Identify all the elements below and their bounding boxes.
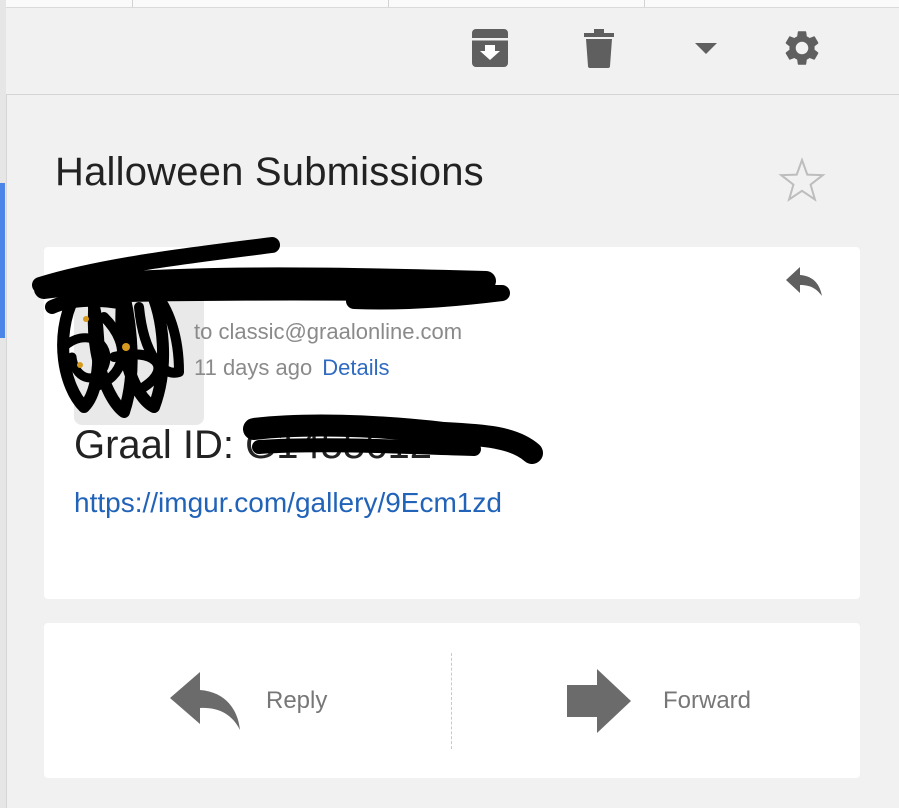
reply-button[interactable]: Reply <box>44 623 451 778</box>
email-message-card: to classic@graalonline.com 11 days ago De… <box>32 237 860 599</box>
reply-label: Reply <box>266 686 328 714</box>
details-link[interactable]: Details <box>322 355 389 380</box>
star-outline-icon <box>778 157 826 202</box>
reply-forward-panel: Reply Forward <box>44 623 860 778</box>
tab-divider <box>388 0 389 7</box>
tab-divider <box>132 0 133 7</box>
left-selection-accent <box>0 183 5 338</box>
forward-label: Forward <box>663 686 752 714</box>
toolbar <box>6 8 899 95</box>
recipient-line: to classic@graalonline.com <box>194 319 463 344</box>
message-time: 11 days ago <box>194 355 313 380</box>
imgur-gallery-link[interactable]: https://imgur.com/gallery/9Ecm1zd <box>74 487 502 519</box>
settings-button[interactable] <box>780 26 824 70</box>
tab-divider <box>644 0 645 7</box>
trash-icon <box>584 29 614 68</box>
reply-arrow-icon <box>170 671 240 730</box>
top-tab-strip <box>6 0 899 8</box>
reply-icon <box>786 267 822 296</box>
star-button[interactable] <box>778 157 826 203</box>
graal-id-value: G1455612 <box>245 423 432 467</box>
delete-button[interactable] <box>579 26 619 70</box>
archive-button[interactable] <box>470 26 510 70</box>
reply-icon-button[interactable] <box>784 265 824 301</box>
email-subject: Halloween Submissions <box>55 150 484 194</box>
message-meta: 11 days ago Details <box>194 355 390 381</box>
dropdown-arrow-icon <box>695 43 717 54</box>
more-dropdown-button[interactable] <box>688 36 724 62</box>
graal-id-label: Graal ID: <box>74 423 246 467</box>
forward-arrow-icon <box>567 668 631 733</box>
forward-button[interactable]: Forward <box>452 623 859 778</box>
gear-icon <box>785 31 819 65</box>
left-rail <box>0 0 7 808</box>
archive-icon <box>472 29 508 67</box>
message-body-graal-id: Graal ID: G1455612 <box>74 423 432 468</box>
sender-avatar <box>74 295 204 425</box>
